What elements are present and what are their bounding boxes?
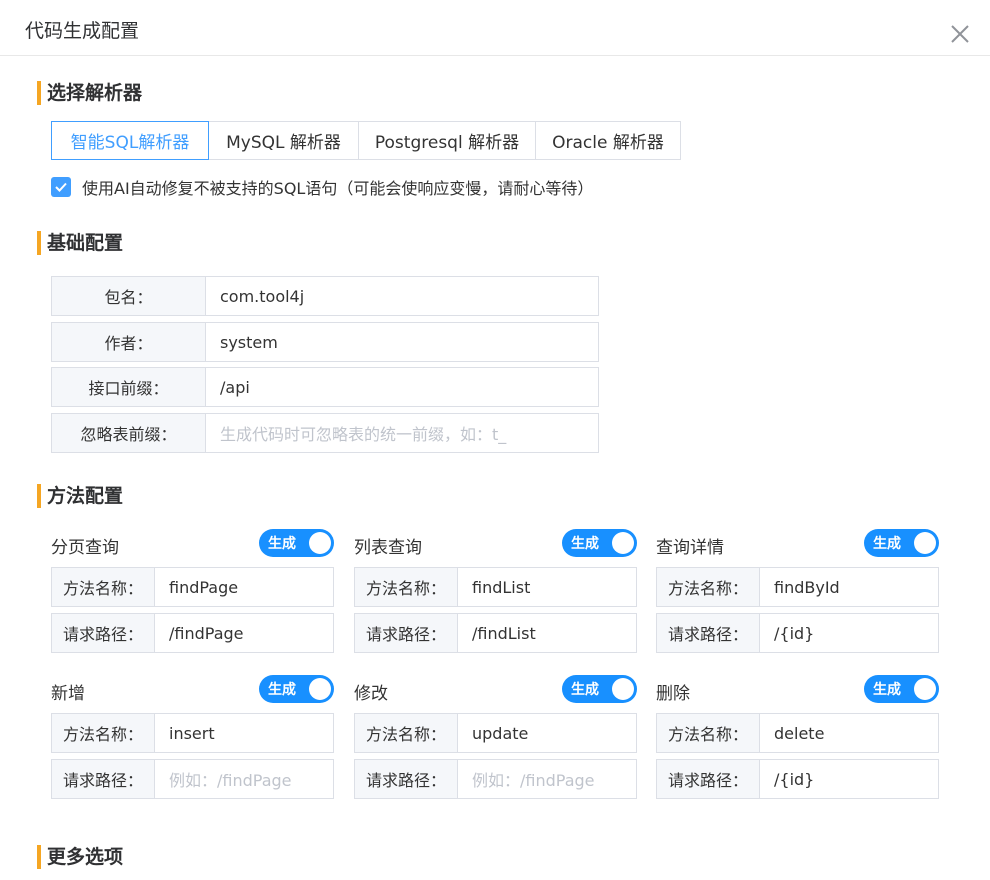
request-path-label: 请求路径： xyxy=(52,760,155,798)
section-title-parser: 选择解析器 xyxy=(37,81,142,105)
method-name-label: 方法名称： xyxy=(657,714,760,752)
package-label: 包名： xyxy=(52,277,206,315)
generate-toggle[interactable]: 生成 xyxy=(562,529,637,557)
generate-toggle[interactable]: 生成 xyxy=(562,675,637,703)
method-card-update: 修改 生成 方法名称： update 请求路径： 例如：/findPage xyxy=(354,675,637,799)
request-path-label: 请求路径： xyxy=(355,760,458,798)
toggle-knob xyxy=(612,678,634,700)
request-path-label: 请求路径： xyxy=(52,614,155,652)
request-path-input[interactable]: /{id} xyxy=(760,760,938,798)
method-title: 修改 xyxy=(354,684,388,704)
toggle-label: 生成 xyxy=(571,682,599,698)
author-input[interactable]: system xyxy=(206,323,598,361)
method-name-label: 方法名称： xyxy=(355,714,458,752)
toggle-label: 生成 xyxy=(268,682,296,698)
toggle-label: 生成 xyxy=(268,536,296,552)
parser-tabs: 智能SQL解析器 MySQL 解析器 Postgresql 解析器 Oracle… xyxy=(51,121,681,160)
ai-fix-option[interactable]: 使用AI自动修复不被支持的SQL语句（可能会使响应变慢，请耐心等待） xyxy=(51,176,593,198)
dialog-title: 代码生成配置 xyxy=(25,20,140,42)
method-card-insert: 新增 生成 方法名称： insert 请求路径： 例如：/findPage xyxy=(51,675,334,799)
section-title-basic: 基础配置 xyxy=(37,231,123,255)
tab-smart-sql-parser[interactable]: 智能SQL解析器 xyxy=(51,121,209,160)
section-title-methods: 方法配置 xyxy=(37,484,123,508)
method-name-label: 方法名称： xyxy=(52,714,155,752)
generate-toggle[interactable]: 生成 xyxy=(864,529,939,557)
author-label: 作者： xyxy=(52,323,206,361)
request-path-input[interactable]: 例如：/findPage xyxy=(155,760,333,798)
request-path-input[interactable]: /findPage xyxy=(155,614,333,652)
request-path-label: 请求路径： xyxy=(355,614,458,652)
toggle-label: 生成 xyxy=(873,682,901,698)
generate-toggle[interactable]: 生成 xyxy=(259,675,334,703)
request-path-input[interactable]: /findList xyxy=(458,614,636,652)
tab-postgresql-parser[interactable]: Postgresql 解析器 xyxy=(358,121,536,160)
toggle-label: 生成 xyxy=(571,536,599,552)
method-name-label: 方法名称： xyxy=(52,568,155,606)
generate-toggle[interactable]: 生成 xyxy=(864,675,939,703)
ignore-prefix-input[interactable]: 生成代码时可忽略表的统一前缀，如：t_ xyxy=(206,414,598,452)
section-title-more: 更多选项 xyxy=(37,845,123,869)
method-name-input[interactable]: findList xyxy=(458,568,636,606)
method-name-input[interactable]: findPage xyxy=(155,568,333,606)
dialog-header: 代码生成配置 xyxy=(0,0,990,56)
method-card-find-list: 列表查询 生成 方法名称： findList 请求路径：/findList xyxy=(354,529,637,653)
method-title: 查询详情 xyxy=(656,538,724,558)
method-card-find-by-id: 查询详情 生成 方法名称： findById 请求路径：/{id} xyxy=(656,529,939,653)
method-title: 新增 xyxy=(51,684,85,704)
method-name-input[interactable]: findById xyxy=(760,568,938,606)
method-title: 删除 xyxy=(656,684,690,704)
ai-fix-label: 使用AI自动修复不被支持的SQL语句（可能会使响应变慢，请耐心等待） xyxy=(82,179,594,198)
api-prefix-row: 接口前缀： /api xyxy=(51,367,599,407)
toggle-knob xyxy=(309,678,331,700)
author-row: 作者： system xyxy=(51,322,599,362)
ignore-prefix-label: 忽略表前缀： xyxy=(52,414,206,452)
api-prefix-label: 接口前缀： xyxy=(52,368,206,406)
package-row: 包名： com.tool4j xyxy=(51,276,599,316)
tab-mysql-parser[interactable]: MySQL 解析器 xyxy=(208,121,359,160)
request-path-label: 请求路径： xyxy=(657,760,760,798)
method-card-delete: 删除 生成 方法名称： delete 请求路径：/{id} xyxy=(656,675,939,799)
toggle-knob xyxy=(914,678,936,700)
method-name-input[interactable]: update xyxy=(458,714,636,752)
request-path-label: 请求路径： xyxy=(657,614,760,652)
method-name-label: 方法名称： xyxy=(657,568,760,606)
toggle-knob xyxy=(914,532,936,554)
generate-toggle[interactable]: 生成 xyxy=(259,529,334,557)
method-name-input[interactable]: insert xyxy=(155,714,333,752)
method-name-label: 方法名称： xyxy=(355,568,458,606)
ai-fix-checkbox[interactable] xyxy=(51,177,71,197)
ignore-prefix-row: 忽略表前缀： 生成代码时可忽略表的统一前缀，如：t_ xyxy=(51,413,599,453)
api-prefix-input[interactable]: /api xyxy=(206,368,598,406)
method-title: 分页查询 xyxy=(51,538,119,558)
method-title: 列表查询 xyxy=(354,538,422,558)
request-path-input[interactable]: 例如：/findPage xyxy=(458,760,636,798)
method-card-find-page: 分页查询 生成 方法名称： findPage 请求路径：/findPage xyxy=(51,529,334,653)
package-input[interactable]: com.tool4j xyxy=(206,277,598,315)
close-icon[interactable] xyxy=(948,22,972,46)
toggle-knob xyxy=(612,532,634,554)
toggle-knob xyxy=(309,532,331,554)
method-name-input[interactable]: delete xyxy=(760,714,938,752)
check-icon xyxy=(55,182,67,192)
request-path-input[interactable]: /{id} xyxy=(760,614,938,652)
tab-oracle-parser[interactable]: Oracle 解析器 xyxy=(535,121,681,160)
toggle-label: 生成 xyxy=(873,536,901,552)
